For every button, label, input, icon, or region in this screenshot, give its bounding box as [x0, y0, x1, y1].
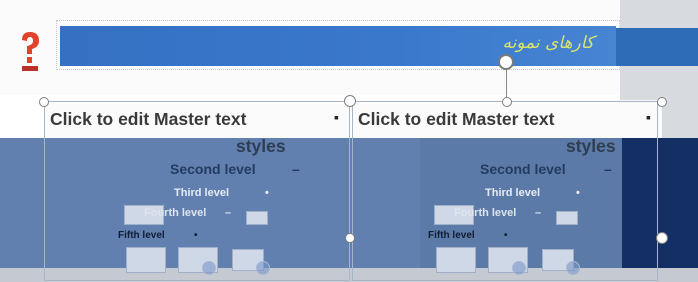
level1-text-continued: styles	[236, 136, 286, 156]
level5-bullet: •	[194, 230, 198, 241]
thumbnail-image	[126, 247, 166, 273]
level2-text: Second level	[480, 161, 566, 177]
resize-handle-icon[interactable]	[656, 232, 668, 244]
thumbnail-badge-icon	[566, 261, 580, 275]
level5-text: Fifth level	[118, 230, 165, 241]
slide-title: کارهای نمونه	[502, 33, 594, 53]
title-bar[interactable]: کارهای نمونه	[60, 26, 616, 66]
level3-bullet: •	[576, 187, 580, 199]
resize-handle-icon[interactable]	[657, 97, 667, 107]
level1-text: Click to edit Master text	[50, 109, 247, 129]
level5-text: Fifth level	[428, 230, 475, 241]
resize-handle-icon[interactable]	[39, 97, 49, 107]
level4-bullet: –	[535, 207, 542, 219]
resize-handle-icon[interactable]	[345, 233, 355, 243]
thumbnail-image	[556, 211, 578, 225]
level3-bullet: •	[265, 187, 269, 199]
level3-text: Third level	[485, 187, 541, 199]
left-content-placeholder[interactable]: Click to edit Master text ▪ styles Secon…	[44, 101, 350, 281]
level3-text: Third level	[174, 187, 230, 199]
thumbnail-image	[246, 211, 268, 225]
rotation-handle-line	[506, 70, 507, 100]
level2-text: Second level	[170, 161, 256, 177]
rotation-handle-icon[interactable]	[498, 54, 514, 70]
slide-master-canvas: کارهای نمونه Click to edit Master text ▪…	[0, 0, 698, 282]
level4-text: Fourth level	[454, 207, 517, 219]
level2-bullet: –	[604, 161, 612, 177]
level1-text: Click to edit Master text	[358, 109, 555, 129]
thumbnail-badge-icon	[512, 261, 526, 275]
thumbnail-image	[436, 247, 476, 273]
resize-handle-icon[interactable]	[502, 97, 512, 107]
resize-handle-icon[interactable]	[344, 95, 356, 107]
app-logo-icon	[22, 32, 39, 71]
level5-bullet: •	[504, 230, 508, 241]
level1-bullet: ▪	[334, 109, 339, 125]
level4-text: Fourth level	[144, 207, 207, 219]
level4-bullet: –	[225, 207, 232, 219]
level2-bullet: –	[292, 161, 300, 177]
thumbnail-badge-icon	[202, 261, 216, 275]
thumbnail-badge-icon	[256, 261, 270, 275]
right-content-placeholder[interactable]: Click to edit Master text ▪ styles Secon…	[352, 101, 658, 281]
title-bar-edge	[616, 28, 698, 66]
level1-bullet: ▪	[646, 109, 651, 125]
level1-text-continued: styles	[566, 136, 616, 156]
